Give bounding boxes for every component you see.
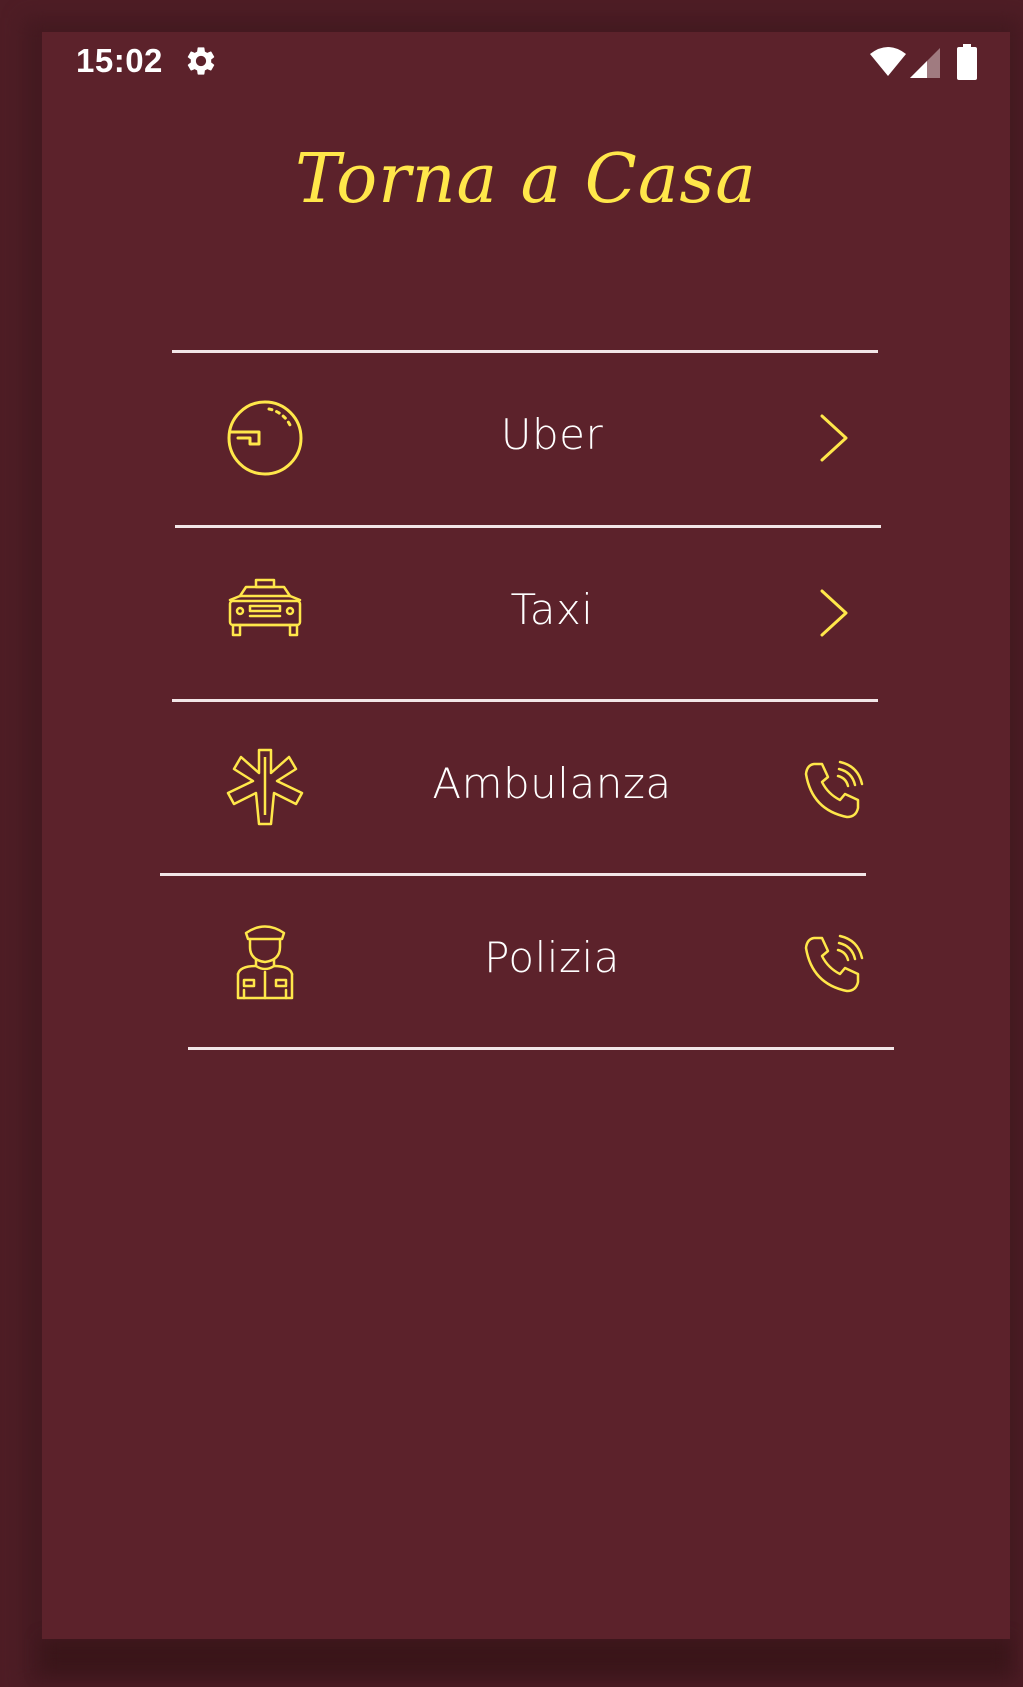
service-row-ambulanza[interactable]: Ambulanza [182,704,922,864]
bottom-shadow [42,1639,1010,1673]
battery-icon [957,44,977,80]
service-row-taxi[interactable]: Taxi [182,530,922,690]
chevron-right-icon[interactable] [818,588,850,638]
phone-icon[interactable] [804,934,864,994]
service-label: Taxi [510,585,594,634]
star-of-life-icon [226,748,304,826]
divider [172,699,878,702]
service-label: Polizia [484,933,620,982]
service-label: Ambulanza [432,759,672,808]
service-row-polizia[interactable]: Polizia [182,878,922,1038]
police-officer-icon [226,922,304,1000]
signal-icon [910,46,940,78]
divider [172,350,878,353]
service-row-uber[interactable]: Uber [182,355,922,515]
gear-icon [184,44,218,78]
taxi-icon [226,574,304,652]
status-time: 15:02 [76,42,163,79]
uber-icon [226,399,304,477]
service-label: Uber [500,410,604,459]
divider [188,1047,894,1050]
chevron-right-icon[interactable] [818,413,850,463]
phone-icon[interactable] [804,760,864,820]
app-screen: 15:02 Torna a Casa Uber Taxi Ambulanza P… [42,32,1010,1639]
app-title: Torna a Casa [295,140,757,219]
divider [175,525,881,528]
wifi-icon [869,46,907,78]
divider [160,873,866,876]
